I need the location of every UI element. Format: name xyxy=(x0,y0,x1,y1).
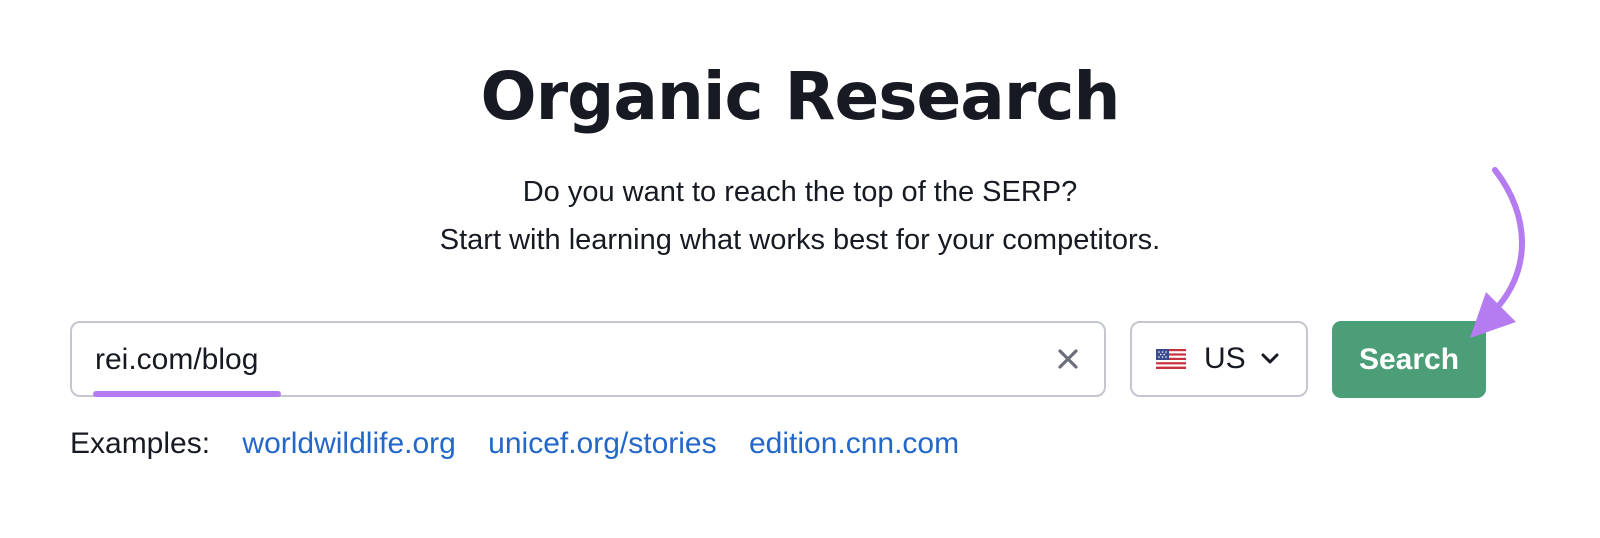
subtitle-line-2: Start with learning what works best for … xyxy=(439,224,1161,256)
page-subtitle: Do you want to reach the top of the SERP… xyxy=(0,168,1600,264)
chevron-down-icon xyxy=(1261,353,1279,364)
page-title: Organic Research xyxy=(480,58,1121,135)
search-input-value[interactable]: rei.com/blog xyxy=(95,342,258,378)
close-icon[interactable] xyxy=(1054,345,1082,373)
example-link-cnn[interactable]: edition.cnn.com xyxy=(749,427,959,460)
subtitle-line-1: Do you want to reach the top of the SERP… xyxy=(522,176,1078,208)
organic-research-page: Organic Research Do you want to reach th… xyxy=(0,0,1600,538)
annotation-underline xyxy=(93,391,281,397)
database-label: US xyxy=(1204,342,1246,375)
examples-row: Examples: worldwildlife.org unicef.org/s… xyxy=(70,424,983,464)
example-link-worldwildlife[interactable]: worldwildlife.org xyxy=(242,427,455,460)
database-select[interactable]: US xyxy=(1130,321,1308,397)
us-flag-icon xyxy=(1156,349,1186,369)
domain-search-input[interactable]: rei.com/blog xyxy=(70,321,1106,397)
examples-label: Examples: xyxy=(70,427,211,460)
example-link-unicef[interactable]: unicef.org/stories xyxy=(488,427,716,460)
annotation-arrow-icon xyxy=(1470,167,1525,338)
